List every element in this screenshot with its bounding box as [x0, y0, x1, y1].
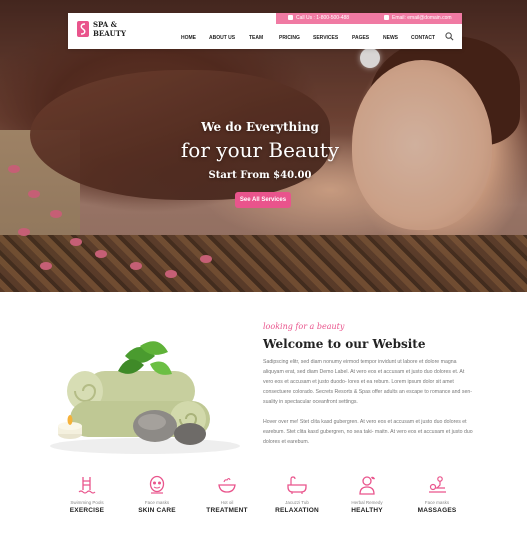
- welcome-script-text: looking for a beauty: [263, 322, 345, 331]
- nav-item-contact[interactable]: CONTACT: [411, 35, 435, 41]
- header-navbar: SPA & BEAUTY Call Us : 1-800-500-488 Ema…: [68, 13, 462, 49]
- service-sub: Jacuzzi Tub: [285, 500, 309, 505]
- logo-line1: SPA &: [93, 20, 117, 29]
- service-title: MASSAGES: [417, 507, 457, 514]
- service-title: HEALTHY: [351, 507, 383, 514]
- nav-item-services[interactable]: SERVICES: [313, 35, 338, 41]
- service-item-massages[interactable]: Face masks MASSAGES: [402, 474, 472, 514]
- pool-ladder-icon: [78, 477, 96, 494]
- service-item-treatment[interactable]: Hot oil TREATMENT: [192, 474, 262, 514]
- service-sub: Hot oil: [220, 500, 234, 505]
- service-sub: Face masks: [424, 500, 450, 505]
- bowl-icon: [218, 477, 236, 493]
- hero-tagline: We do Everything: [201, 120, 319, 134]
- face-mask-icon: [149, 475, 165, 494]
- service-sub: Face masks: [144, 500, 170, 505]
- service-title: TREATMENT: [206, 507, 248, 514]
- herbal-person-icon: [359, 476, 375, 495]
- nav-item-pricing[interactable]: PRICING: [279, 35, 300, 41]
- nav-item-home[interactable]: HOME: [181, 35, 196, 41]
- service-sub: Herbal Remedy: [351, 500, 383, 505]
- service-sub: Swimming Pools: [70, 500, 104, 505]
- nav-item-about-us[interactable]: ABOUT US: [209, 35, 235, 41]
- massage-icon: [429, 476, 446, 493]
- service-item-healthy[interactable]: Herbal Remedy HEALTHY: [332, 474, 402, 514]
- email-icon: [384, 15, 389, 20]
- service-item-exercise[interactable]: Swimming Pools EXERCISE: [52, 474, 122, 514]
- nav-item-news[interactable]: NEWS: [383, 35, 398, 41]
- service-title: SKIN CARE: [138, 507, 176, 514]
- search-icon[interactable]: [445, 32, 454, 41]
- see-all-services-button[interactable]: See All Services: [235, 192, 291, 208]
- phone-text: Call Us : 1-800-500-488: [296, 15, 350, 21]
- welcome-paragraph: Sadipscing elitr, sed diam nonumy eirmod…: [263, 359, 472, 405]
- service-title: EXERCISE: [69, 507, 105, 514]
- hero-price: Start From $40.00: [208, 170, 312, 181]
- hero-title: for your Beauty: [180, 138, 340, 162]
- service-item-skin-care[interactable]: Face masks SKIN CARE: [122, 474, 192, 514]
- main-menu: HOME ABOUT US TEAM PRICING SERVICES PAGE…: [68, 35, 462, 45]
- email-contact[interactable]: Email: email@domain.com: [384, 15, 452, 21]
- nav-item-team[interactable]: TEAM: [249, 35, 263, 41]
- email-text: Email: email@domain.com: [392, 15, 452, 21]
- service-title: RELAXATION: [275, 507, 319, 514]
- phone-icon: [288, 15, 293, 20]
- phone-contact[interactable]: Call Us : 1-800-500-488: [288, 15, 349, 21]
- welcome-title: Welcome to our Website: [263, 337, 426, 351]
- welcome-paragraph: Hover over me! Stet clita kasd gubergren…: [263, 419, 473, 445]
- contact-topbar: Call Us : 1-800-500-488 Email: email@dom…: [276, 13, 462, 24]
- services-row: Swimming Pools EXERCISE Face masks SKIN …: [52, 474, 472, 528]
- service-item-relaxation[interactable]: Jacuzzi Tub RELAXATION: [262, 474, 332, 514]
- nav-item-pages[interactable]: PAGES: [352, 35, 369, 41]
- bathtub-icon: [287, 476, 307, 494]
- spa-towels-image: [50, 341, 240, 454]
